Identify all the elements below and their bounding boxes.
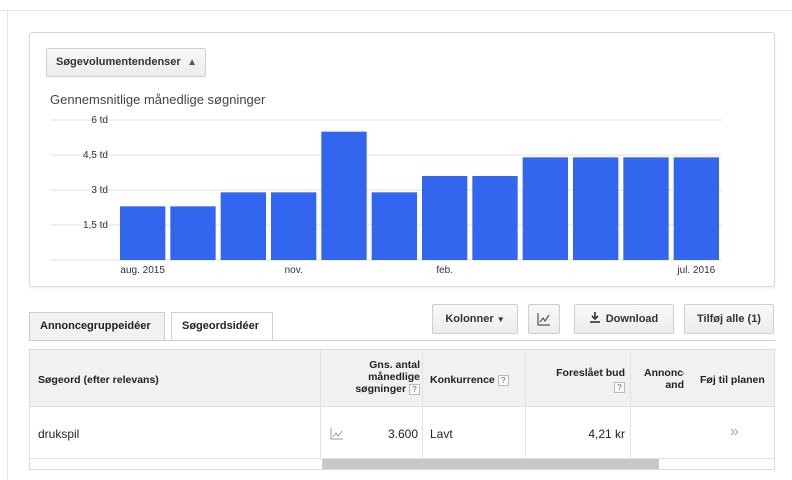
bar-feb. 2016[interactable] [422,176,468,260]
download-label: Download [605,313,659,325]
columns-button[interactable]: Kolonner ▼ [432,304,518,334]
table-header: Søgeord (efter relevans) Gns. antal måne… [30,350,774,407]
keyword-table: Søgeord (efter relevans) Gns. antal måne… [29,349,775,470]
header-suggested-bid[interactable]: Foreslået bud ? [535,367,625,393]
help-icon[interactable]: ? [497,374,509,386]
competition-cell: Lavt [430,427,453,441]
header-avg-line2: månedlige [368,371,420,383]
avg-searches-cell: 3.600 [387,427,418,441]
bar-sep. 2015[interactable] [170,206,216,260]
header-avg-line3: søgninger [355,383,407,395]
horizontal-scrollbar[interactable] [322,459,659,469]
bar-jun. 2016[interactable] [623,157,669,260]
download-button[interactable]: Download [574,304,674,334]
bar-nov. 2015[interactable] [271,192,317,260]
trend-chart-icon[interactable] [330,428,344,440]
columns-label: Kolonner [445,313,494,325]
help-icon[interactable]: ? [614,381,625,393]
download-icon [589,312,600,323]
bar-okt. 2015[interactable] [220,192,266,260]
bar-jan. 2016[interactable] [371,192,417,260]
tab-baseline [29,340,775,341]
header-avg-line1: Gns. antal [369,359,420,371]
table-row: drukspil 3.600 Lavt 4,21 kr » [30,407,774,459]
bar-dec. 2015[interactable] [321,131,367,260]
y-tick-label: 6 td [91,115,108,126]
bar-apr. 2016[interactable] [522,157,568,260]
header-ad-line2: and [665,379,684,391]
header-competition-label: Konkurrence [430,374,495,386]
chart-toggle-button[interactable] [528,304,560,334]
y-tick-label: 4,5 td [83,150,108,161]
add-all-button[interactable]: Tilføj alle (1) [684,304,774,334]
bar-mar. 2016[interactable] [472,176,518,260]
tab-ad-group-ideas[interactable]: Annoncegruppeidéer [29,312,165,340]
keyword-cell: drukspil [38,427,80,441]
help-icon[interactable]: ? [409,383,420,395]
header-add-to-plan: Føj til planen [700,374,765,386]
header-ad-share[interactable]: Annonce and [644,367,684,391]
x-tick-label: feb. [436,265,453,276]
y-tick-label: 1,5 td [83,220,108,231]
header-keyword[interactable]: Søgeord (efter relevans) [38,374,159,386]
add-to-plan-button[interactable]: » [730,423,739,441]
y-tick-label: 3 td [91,185,108,196]
chevron-down-icon: ▼ [496,315,505,324]
bar-maj 2016[interactable] [573,157,619,260]
header-avg-searches[interactable]: Gns. antal månedlige søgninger ? [330,359,420,395]
line-chart-icon [537,313,550,326]
tab-keyword-ideas[interactable]: Søgeordsidéer [171,312,273,341]
x-tick-label: nov. [285,265,303,276]
bar-jul. 2016[interactable] [673,157,719,260]
suggested-bid-cell: 4,21 kr [588,427,625,441]
bar-aug. 2015[interactable] [120,206,166,260]
header-ad-line1: Annonce [644,367,684,379]
x-tick-label: aug. 2015 [120,265,165,276]
header-bid-label: Foreslået bud [556,367,625,379]
x-tick-label: jul. 2016 [676,265,715,276]
header-competition[interactable]: Konkurrence ? [430,374,509,386]
